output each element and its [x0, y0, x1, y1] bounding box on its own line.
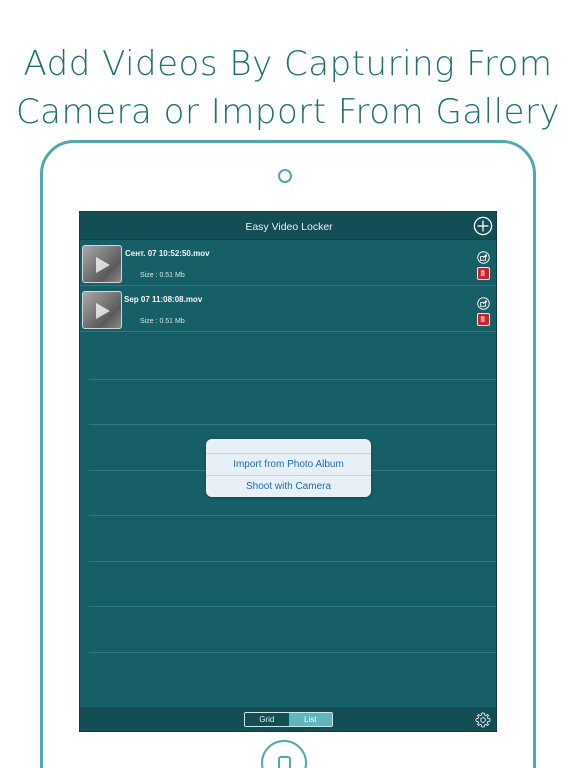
home-button-square-icon	[278, 756, 291, 768]
play-icon	[96, 257, 110, 273]
trash-icon	[480, 270, 485, 276]
share-icon[interactable]	[477, 297, 490, 310]
list-divider	[89, 515, 496, 516]
action-sheet-header	[206, 439, 371, 452]
video-file-size: Size : 0.51 Mb	[140, 272, 185, 279]
trash-icon	[480, 316, 485, 322]
list-divider	[89, 561, 496, 562]
video-row[interactable]: Sep 07 11:08:08.mov Size : 0.51 Mb	[80, 287, 496, 332]
camera-icon	[278, 169, 292, 183]
list-divider	[89, 606, 496, 607]
share-icon[interactable]	[477, 251, 490, 264]
delete-button[interactable]	[477, 267, 490, 280]
nav-bar: Easy Video Locker	[80, 212, 496, 240]
play-icon	[96, 303, 110, 319]
promo-headline-line-1: Add Videos By Capturing From	[23, 44, 553, 84]
promo-headline: Add Videos By Capturing From Camera or I…	[0, 40, 576, 136]
video-thumbnail[interactable]	[82, 291, 122, 329]
list-divider	[89, 424, 496, 425]
import-from-album-button[interactable]: Import from Photo Album	[206, 453, 371, 475]
list-divider	[89, 379, 496, 380]
video-file-name: Sep 07 11:08:08.mov	[124, 295, 203, 304]
import-action-sheet: Import from Photo Album Shoot with Camer…	[206, 439, 371, 497]
shoot-with-camera-button[interactable]: Shoot with Camera	[206, 475, 371, 497]
promo-headline-line-2: Camera or Import From Gallery	[15, 92, 561, 132]
video-file-name: Сент. 07 10:52:50.mov	[125, 249, 210, 258]
bottom-toolbar: Grid List	[80, 707, 496, 731]
delete-button[interactable]	[477, 313, 490, 326]
video-file-size: Size : 0.51 Mb	[140, 318, 185, 325]
list-divider	[89, 652, 496, 653]
video-thumbnail[interactable]	[82, 245, 122, 283]
view-mode-toggle: Grid List	[244, 712, 333, 727]
app-title: Easy Video Locker	[245, 221, 333, 233]
video-row[interactable]: Сент. 07 10:52:50.mov Size : 0.51 Mb	[80, 241, 496, 286]
gear-icon[interactable]	[474, 711, 492, 729]
list-view-segment[interactable]: List	[288, 713, 332, 726]
app-screen: Easy Video Locker Сент. 07 10:52:50.mov …	[79, 211, 497, 732]
grid-view-segment[interactable]: Grid	[245, 713, 289, 726]
plus-circle-icon[interactable]	[473, 216, 493, 236]
